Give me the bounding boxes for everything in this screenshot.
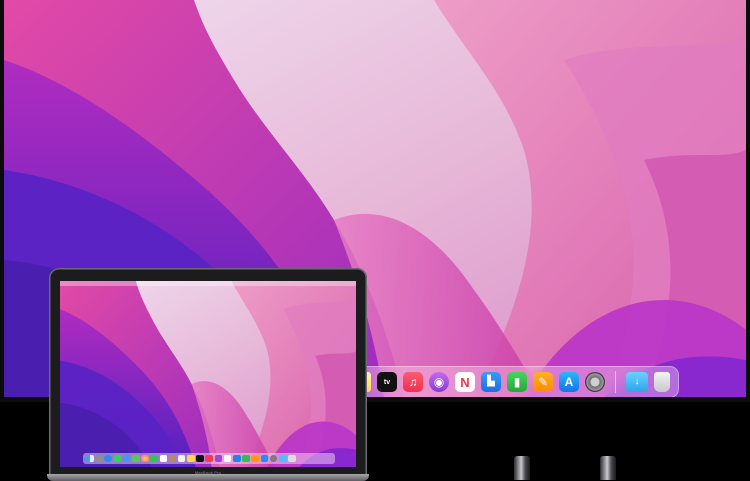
reminders-icon[interactable] [177, 454, 186, 463]
dock: tv ♫ ◉ N ▙ ▮ ✎ A ↓ [354, 366, 679, 397]
menu-bar [60, 281, 356, 286]
launchpad-icon[interactable] [95, 454, 103, 463]
apple-tv-icon[interactable]: tv [377, 372, 397, 392]
news-icon[interactable]: N [455, 372, 475, 392]
calendar-icon[interactable] [159, 454, 168, 463]
news-icon[interactable] [223, 454, 232, 463]
mac-pro-left-foot [514, 456, 530, 480]
trash-icon[interactable] [654, 372, 670, 392]
numbers-icon[interactable] [242, 454, 250, 463]
macbook-screen [60, 281, 356, 467]
safari-icon[interactable] [104, 454, 112, 463]
downloads-folder-icon[interactable] [278, 454, 287, 463]
contacts-icon[interactable] [168, 454, 177, 463]
dock-separator [615, 371, 616, 393]
maps-icon[interactable] [131, 454, 140, 463]
mac-pro-feet [514, 456, 616, 480]
keynote-icon[interactable] [233, 454, 241, 463]
macbook-pro: MacBook Pro [47, 268, 369, 481]
numbers-icon[interactable]: ▮ [507, 372, 527, 392]
music-icon[interactable] [205, 454, 214, 463]
photos-icon[interactable] [141, 454, 149, 463]
downloads-folder-icon[interactable]: ↓ [626, 372, 648, 392]
finder-icon[interactable] [86, 454, 94, 463]
mac-pro-right-foot [600, 456, 616, 480]
mail-icon[interactable] [122, 454, 131, 463]
pages-icon[interactable]: ✎ [533, 372, 553, 392]
system-preferences-icon[interactable] [269, 454, 278, 463]
podcasts-icon[interactable] [214, 454, 223, 463]
notes-icon[interactable] [187, 454, 195, 463]
trash-icon[interactable] [288, 454, 296, 463]
apple-tv-icon[interactable] [196, 454, 204, 463]
messages-icon[interactable] [113, 454, 122, 463]
facetime-icon[interactable] [150, 454, 158, 463]
macbook-brand-label: MacBook Pro [194, 470, 222, 475]
macbook-dock [83, 453, 335, 464]
podcasts-icon[interactable]: ◉ [429, 372, 449, 392]
monterey-wallpaper-small [60, 281, 356, 467]
app-store-icon[interactable] [260, 454, 269, 463]
music-icon[interactable]: ♫ [403, 372, 423, 392]
app-store-icon[interactable]: A [559, 372, 579, 392]
pages-icon[interactable] [251, 454, 259, 463]
system-preferences-icon[interactable] [585, 372, 605, 392]
keynote-icon[interactable]: ▙ [481, 372, 501, 392]
